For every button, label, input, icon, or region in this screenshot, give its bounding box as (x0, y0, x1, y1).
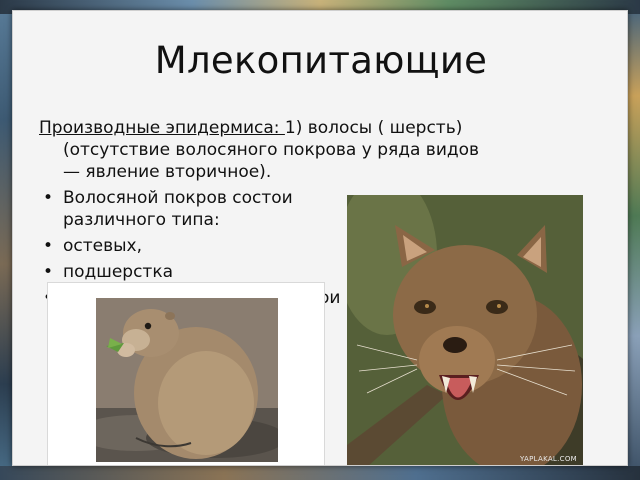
marmot-photo (96, 298, 278, 462)
intro-rest: 1) волосы ( шерсть) (284, 118, 463, 138)
intro-label: Производные эпидермиса: (39, 118, 285, 138)
bullet-icon: • (43, 188, 54, 208)
slide-title: Млекопитающие (154, 39, 488, 82)
intro-line-3: — явление вторичное). (63, 162, 272, 182)
background-bottom-strip (0, 466, 640, 480)
bullet-icon: • (43, 262, 54, 282)
fossa-illustration (347, 195, 583, 465)
marmot-illustration (96, 298, 278, 462)
slide: Млекопитающие Производные эпидермиса: 1)… (12, 10, 628, 466)
photo-watermark: YAPLAKAL.COM (519, 455, 577, 463)
intro-line-2: (отсутствие волосяного покрова у ряда ви… (63, 140, 480, 160)
bullet-icon: • (43, 236, 54, 256)
fossa-photo: YAPLAKAL.COM (347, 195, 583, 465)
intro-line-1: Производные эпидермиса: 1) волосы ( шерс… (39, 117, 599, 139)
marmot-photo-frame (47, 282, 325, 465)
